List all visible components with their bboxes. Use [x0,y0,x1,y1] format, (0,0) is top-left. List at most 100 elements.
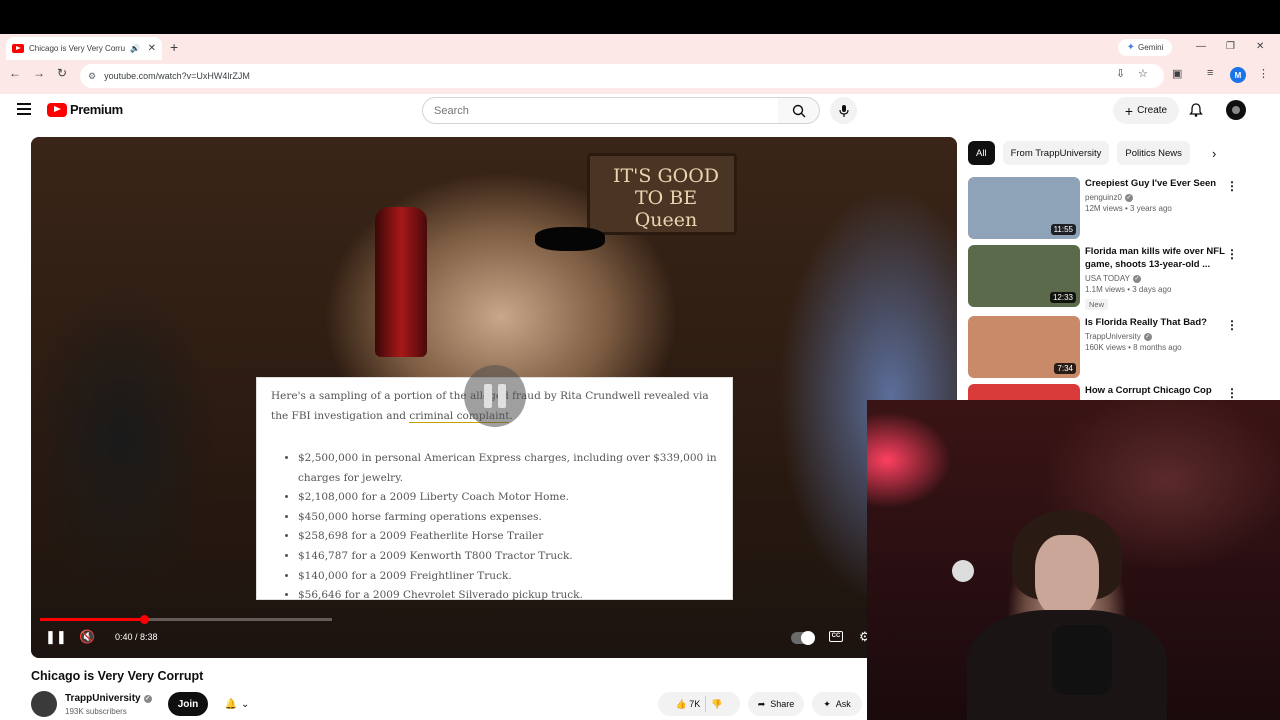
site-info-icon[interactable]: ⚙ [88,71,96,82]
article-list-item: $56,646 for a 2009 Chevrolet Silverado p… [298,586,718,606]
like-divider [705,696,707,712]
recommendation-channel[interactable]: TrappUniversity ✓ [1085,332,1225,341]
recommendation-channel[interactable]: USA TODAY ✓ [1085,274,1225,283]
chevron-right-icon[interactable]: › [1212,146,1216,161]
sign-text: IT'S GOOD TO BE Queen [612,165,720,231]
account-avatar[interactable] [1226,100,1246,120]
menu-icon[interactable] [17,103,31,115]
article-list-item: $2,500,000 in personal American Express … [298,449,718,488]
recommendation-info: Creepiest Guy I've Ever Seen penguinz0 ✓ 12… [1085,177,1225,213]
duration-badge: 7:34 [1054,363,1076,374]
plus-icon: + [1124,102,1134,119]
progress-scrubber[interactable] [140,615,149,624]
tab-title: Chicago is Very Very Corrupt [29,44,125,53]
install-app-icon[interactable]: ⇩ [1116,67,1125,80]
search-icon [792,104,805,117]
skull-decoration [952,560,974,582]
reading-list-icon[interactable]: ≡ [1207,67,1213,79]
youtube-favicon-icon [12,44,24,53]
verified-icon: ✓ [1124,193,1133,202]
recommendation-meta: 160K views • 8 months ago [1085,343,1182,352]
recommendation-title[interactable]: Is Florida Really That Bad? [1085,316,1225,329]
chip-all[interactable]: All [968,141,995,165]
subtitles-icon[interactable]: CC [829,631,843,642]
player-controls: ❚❚ 🔇 0:40 / 8:38 CC ⚙ [31,627,957,651]
bottle [375,207,427,357]
search-input[interactable] [434,104,734,117]
video-thumbnail[interactable]: 12:33 [968,245,1080,307]
restore-icon[interactable]: ❐ [1226,41,1235,52]
notifications-bell-icon[interactable] [1188,102,1204,118]
recommendation-title[interactable]: Florida man kills wife over NFL game, sh… [1085,245,1225,271]
recommendation-channel[interactable]: penguinz0 ✓ [1085,193,1225,202]
microphone [1052,625,1112,695]
autoplay-toggle[interactable] [791,631,815,645]
recommendation-title[interactable]: How a Corrupt Chicago Cop [1085,384,1225,397]
minimize-icon[interactable]: — [1196,41,1206,52]
video-thumbnail[interactable]: 11:55 [968,177,1080,239]
more-actions-icon[interactable]: ⋮ [1226,386,1238,400]
recommendation-item[interactable]: 12:33 Florida man kills wife over NFL gam… [968,245,1258,310]
chip-politics-news[interactable]: Politics News [1117,141,1190,165]
recommendation-info: How a Corrupt Chicago Cop [1085,384,1225,397]
article-list: $2,500,000 in personal American Express … [298,449,718,606]
sidebar-icon[interactable]: ▣ [1172,67,1182,80]
like-button[interactable]: 👍 7K [676,699,701,710]
share-icon: ➦ [757,698,766,709]
recommendation-channel-text: TrappUniversity [1085,332,1141,341]
browser-chrome: Chicago is Very Very Corrupt 🔊 ✕ + ✦ Gem… [0,34,1280,94]
article-list-item: $258,698 for a 2009 Featherlite Horse Tr… [298,527,718,547]
article-list-item: $140,000 for a 2009 Freightliner Truck. [298,567,718,587]
profile-avatar[interactable]: M [1230,67,1246,83]
article-list-item: $2,108,000 for a 2009 Liberty Coach Moto… [298,488,718,508]
share-button[interactable]: ➦ Share [748,692,804,716]
video-thumbnail[interactable]: 7:34 [968,316,1080,378]
article-list-item: $146,787 for a 2009 Kenworth T800 Tracto… [298,547,718,567]
progress-played [40,618,144,621]
reload-icon[interactable]: ↻ [57,66,67,80]
browser-menu-icon[interactable]: ⋮ [1258,67,1269,80]
share-label: Share [770,699,795,709]
join-button[interactable]: Join [168,692,208,716]
channel-name[interactable]: TrappUniversity ✓ [65,693,152,704]
youtube-logo[interactable]: Premium [47,102,123,117]
recommendation-item[interactable]: 11:55 Creepiest Guy I've Ever Seen penguin… [968,177,1258,239]
duration-badge: 11:55 [1050,224,1076,235]
channel-avatar[interactable] [31,691,57,717]
more-actions-icon[interactable]: ⋮ [1226,179,1238,193]
back-icon[interactable]: ← [9,66,21,80]
gemini-button[interactable]: ✦ Gemini [1118,39,1172,56]
create-button[interactable]: + Create [1113,97,1179,124]
progress-bar[interactable] [40,615,332,624]
recommendation-title[interactable]: Creepiest Guy I've Ever Seen [1085,177,1225,190]
speaker-icon[interactable]: 🔊 [130,44,140,53]
mute-icon[interactable]: 🔇 [79,629,95,645]
more-actions-icon[interactable]: ⋮ [1226,247,1238,261]
top-black-band [0,0,1280,34]
voice-search-button[interactable] [830,97,857,124]
pause-icon[interactable]: ❚❚ [45,629,67,645]
chip-from-trappuniversity[interactable]: From TrappUniversity [1002,141,1110,165]
recommendation-channel-text: penguinz0 [1085,193,1122,202]
gemini-label: Gemini [1138,43,1164,52]
subscription-bell-button[interactable]: 🔔 ⌄ [214,692,260,716]
tab-close-icon[interactable]: ✕ [148,43,156,54]
new-tab-button[interactable]: + [170,39,178,55]
more-actions-icon[interactable]: ⋮ [1226,318,1238,332]
video-player[interactable]: IT'S GOOD TO BE Queen Here's a sampling … [31,137,957,658]
search-box[interactable] [422,97,779,124]
recommendation-item[interactable]: 7:34 Is Florida Really That Bad? TrappUniv… [968,316,1258,378]
microphone-icon [838,104,849,117]
bookmark-star-icon[interactable]: ☆ [1138,67,1148,80]
browser-tab[interactable]: Chicago is Very Very Corrupt 🔊 ✕ [6,37,162,60]
address-bar[interactable]: ⚙ youtube.com/watch?v=UxHW4lrZJM [80,64,1164,88]
search-button[interactable] [778,97,820,124]
forward-icon[interactable]: → [33,66,45,80]
dislike-icon[interactable]: 👎 [711,699,722,710]
verified-icon: ✓ [1143,332,1152,341]
close-window-icon[interactable]: ✕ [1256,41,1264,52]
verified-icon: ✓ [143,694,152,703]
pause-overlay[interactable] [464,365,526,427]
duration-badge: 12:33 [1049,292,1076,303]
ask-button[interactable]: ✦ Ask [812,692,862,716]
